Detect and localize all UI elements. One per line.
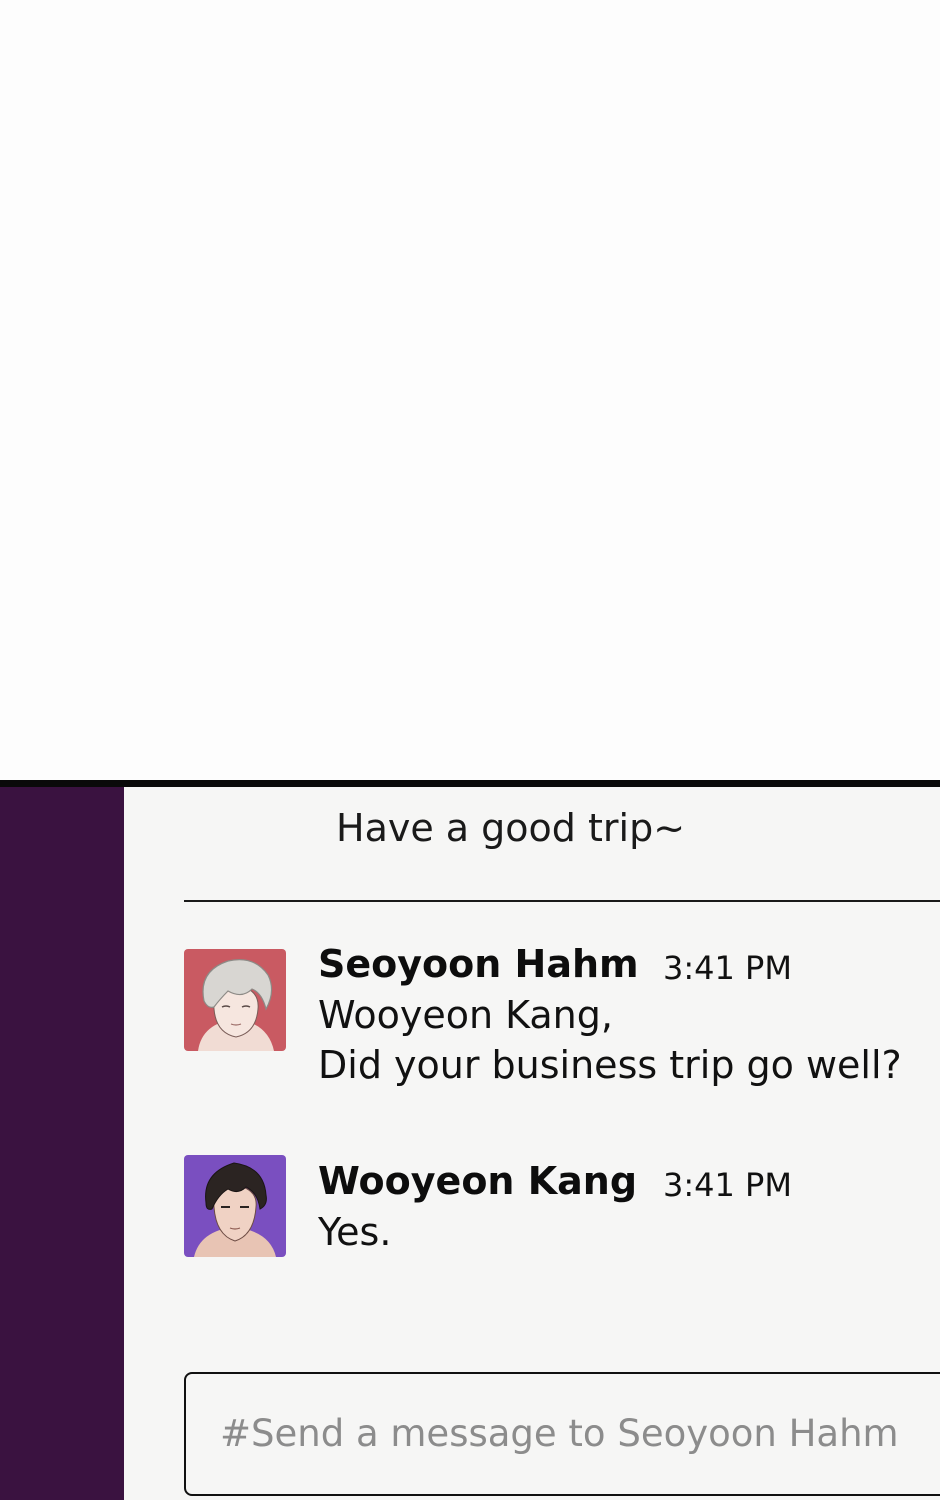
workspace-sidebar xyxy=(0,787,124,1500)
message-composer[interactable] xyxy=(184,1372,940,1496)
avatar-wooyeon-icon xyxy=(184,1155,286,1257)
avatar-seoyoon-icon xyxy=(184,949,286,1051)
message-divider xyxy=(184,900,940,902)
message-text-line: Did your business trip go well? xyxy=(318,1043,902,1087)
avatar[interactable] xyxy=(184,949,286,1051)
message-input[interactable] xyxy=(220,1412,920,1455)
avatar[interactable] xyxy=(184,1155,286,1257)
blank-canvas xyxy=(0,0,940,780)
message-timestamp: 3:41 PM xyxy=(663,1166,792,1204)
app-root: Have a good trip~ Seoyoon Hahm 3:41 PM W… xyxy=(0,0,940,1500)
message-sender-name[interactable]: Seoyoon Hahm xyxy=(318,939,639,989)
message-sender-name[interactable]: Wooyeon Kang xyxy=(318,1156,637,1206)
panel-top-border xyxy=(0,780,940,787)
message-text-line: Wooyeon Kang, xyxy=(318,993,613,1037)
message-timestamp: 3:41 PM xyxy=(663,949,792,987)
message-text-line: Yes. xyxy=(318,1210,392,1254)
previous-message-text: Have a good trip~ xyxy=(336,806,686,850)
